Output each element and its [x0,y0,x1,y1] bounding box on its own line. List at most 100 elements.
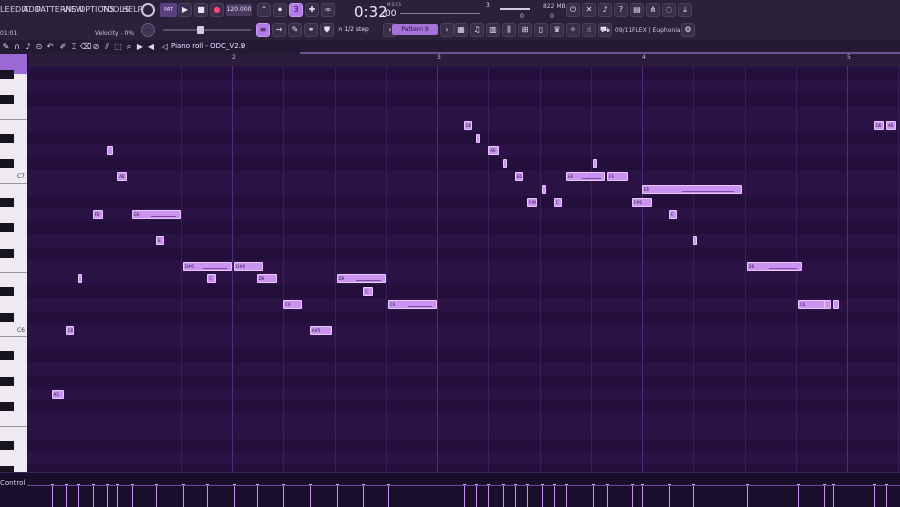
pattern-next-icon[interactable]: › [440,23,454,37]
black-key[interactable] [0,440,14,450]
black-key[interactable] [0,223,14,233]
settings-icon[interactable]: ⚙ [681,23,695,37]
note[interactable] [475,133,481,143]
note[interactable] [502,159,507,169]
draw-tool-icon[interactable]: ✐ [58,42,68,52]
velocity-stem[interactable] [607,485,609,507]
note[interactable]: F6 [607,171,628,181]
note[interactable]: C [363,287,374,297]
velocity-stem[interactable] [387,485,389,507]
pattern-song-toggle[interactable]: PAT [160,3,177,17]
plugin-picker-icon[interactable]: ✧ [566,23,580,37]
velocity-stem[interactable] [541,485,543,507]
note[interactable] [78,274,83,284]
control-selector[interactable]: Control [0,479,25,487]
velocity-stem[interactable] [336,485,338,507]
velocity-stem[interactable] [514,485,516,507]
note[interactable]: E6 [566,171,606,181]
velocity-stem[interactable] [566,485,568,507]
undo-icon[interactable]: ↶ [45,42,55,52]
note[interactable] [592,159,597,169]
select-tool-icon[interactable]: ⬚ [113,42,123,52]
velocity-stem[interactable] [885,485,887,507]
note[interactable] [832,299,839,309]
metronome-icon[interactable]: ⌃ [257,3,271,17]
tuning-icon[interactable]: ⋔ [646,3,660,17]
velocity-stem[interactable] [527,485,529,507]
download-icon[interactable]: ⤓ [678,3,692,17]
velocity-stem[interactable] [51,485,53,507]
velocity-stem[interactable] [475,485,477,507]
velocity-stem[interactable] [642,485,643,507]
note[interactable]: D#6 [234,261,263,271]
microphone-icon[interactable]: ♪ [598,3,612,17]
stamp-icon[interactable]: ⛊ [320,23,334,37]
note[interactable]: C [553,197,563,207]
note[interactable] [824,299,831,309]
black-key[interactable] [0,312,14,322]
plugin-icon[interactable]: ♛ [550,23,564,37]
pencil-tool-icon[interactable]: ✎ [288,23,302,37]
velocity-stem[interactable] [309,485,311,507]
note[interactable]: E [156,235,165,245]
velocity-stem[interactable] [693,485,695,507]
note[interactable]: E6 [514,171,524,181]
note[interactable]: C [207,274,216,284]
black-key[interactable] [0,376,14,386]
master-pitch-slider[interactable] [163,29,251,31]
note[interactable]: C [668,210,677,220]
piano-keyboard[interactable]: C7C6C5 [0,54,28,472]
velocity-stem[interactable] [592,485,594,507]
note[interactable]: E6 [642,184,743,194]
velocity-stem[interactable] [256,485,258,507]
black-key[interactable] [0,197,14,207]
black-key[interactable] [0,402,14,412]
velocity-stem[interactable] [824,485,826,507]
note[interactable]: D6 [256,274,278,284]
velocity-stem[interactable] [106,485,108,507]
blend-notes-icon[interactable]: ✚ [305,3,319,17]
mixer-icon[interactable]: ✕ [582,3,596,17]
tempo-display[interactable]: 120.000 [226,4,252,16]
note[interactable]: C6 [387,299,437,309]
browser-icon[interactable]: ⊞ [518,23,532,37]
velocity-stem[interactable] [117,485,119,507]
note-grid[interactable]: A5 C6 F6 A6 G6 E D#6 C D#6 D6 C6 A#5 D6 C C6 G6 A6 E6 F#6 C… [27,66,900,472]
brush-tool-icon[interactable]: ⌶ [69,42,79,52]
velocity-stem[interactable] [488,485,490,507]
note[interactable] [106,146,114,156]
velocity-stem[interactable] [182,485,184,507]
velocity-stem[interactable] [92,485,94,507]
chat-icon[interactable]: ◌ [662,3,676,17]
velocity-stem[interactable] [502,485,504,507]
zoom-tool-icon[interactable]: ⌕ [124,42,134,52]
title-arrow-icon[interactable]: › [237,42,247,52]
note[interactable]: G6 [873,120,884,130]
note[interactable]: G6 [463,120,472,130]
magnet-tool-icon[interactable]: ∩ [12,42,22,52]
delete-tool-icon[interactable]: ⌫ [80,42,91,52]
note[interactable]: C6 [283,299,302,309]
velocity-stem[interactable] [283,485,285,507]
note[interactable]: D6 [336,274,386,284]
note[interactable]: C6 [65,325,75,335]
record-button[interactable]: ● [210,3,224,17]
touch-icon[interactable]: ☝ [582,23,596,37]
note[interactable]: A#5 [309,325,333,335]
note[interactable]: A6 [885,120,897,130]
note-icon[interactable]: ♪ [23,42,33,52]
slider-handle[interactable] [197,26,204,34]
note[interactable]: C6 [797,299,827,309]
note[interactable]: A5 [51,389,64,399]
menu-file[interactable]: LE [0,5,10,14]
velocity-stem[interactable] [131,485,133,507]
velocity-stem[interactable] [78,485,80,507]
news-icon[interactable]: ▤ [630,3,644,17]
mixer-view-icon[interactable]: ⫼ [502,23,516,37]
velocity-stem[interactable] [631,485,633,507]
note[interactable]: F6 [92,210,103,220]
velocity-stem[interactable] [873,485,875,507]
note[interactable]: A6 [117,171,128,181]
black-key[interactable] [0,351,14,361]
velocity-stem[interactable] [156,485,158,507]
